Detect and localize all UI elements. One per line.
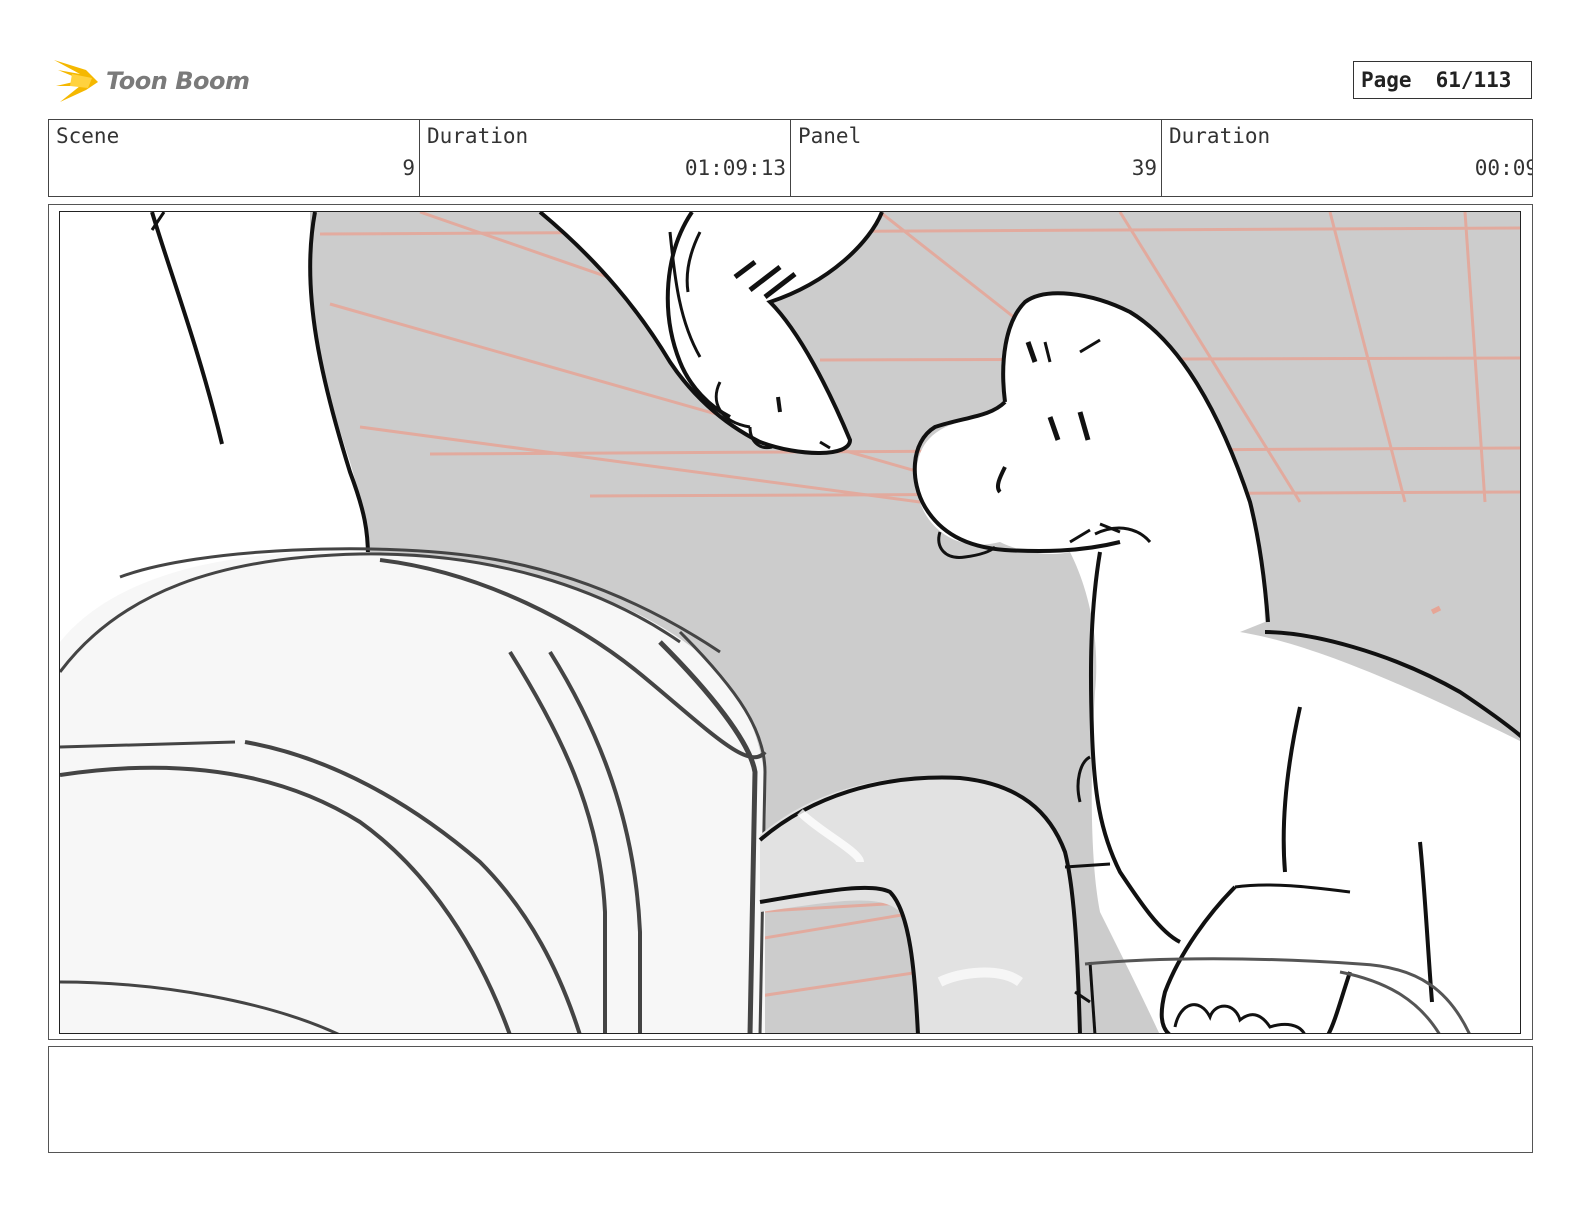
panel-duration-cell: Duration 00:09 (1162, 120, 1532, 196)
scene-value: 9 (402, 156, 415, 180)
scene-duration-cell: Duration 01:09:13 (420, 120, 791, 196)
panel-notes (48, 1046, 1533, 1153)
scene-cell: Scene 9 (49, 120, 420, 196)
logo-text: Toon Boom (106, 67, 250, 95)
toon-boom-logo: Toon Boom (52, 56, 252, 106)
panel-value: 39 (1131, 156, 1157, 180)
panel-frame (48, 204, 1533, 1040)
panel-cell: Panel 39 (791, 120, 1162, 196)
scene-label: Scene (56, 124, 120, 148)
panel-label: Panel (798, 124, 862, 148)
storyboard-info-table: Scene 9 Duration 01:09:13 Panel 39 Durat… (48, 119, 1533, 197)
panel-image (59, 211, 1521, 1034)
page-indicator: Page 61/113 (1353, 61, 1532, 99)
page-number: 61/113 (1435, 68, 1512, 92)
page-label: Page (1361, 68, 1412, 92)
panel-duration-value: 00:09 (1474, 156, 1532, 180)
storyboard-sketch (60, 212, 1520, 1033)
panel-duration-label: Duration (1169, 124, 1271, 148)
scene-duration-value: 01:09:13 (684, 156, 786, 180)
toon-boom-burst-icon (54, 60, 98, 102)
scene-duration-label: Duration (427, 124, 529, 148)
